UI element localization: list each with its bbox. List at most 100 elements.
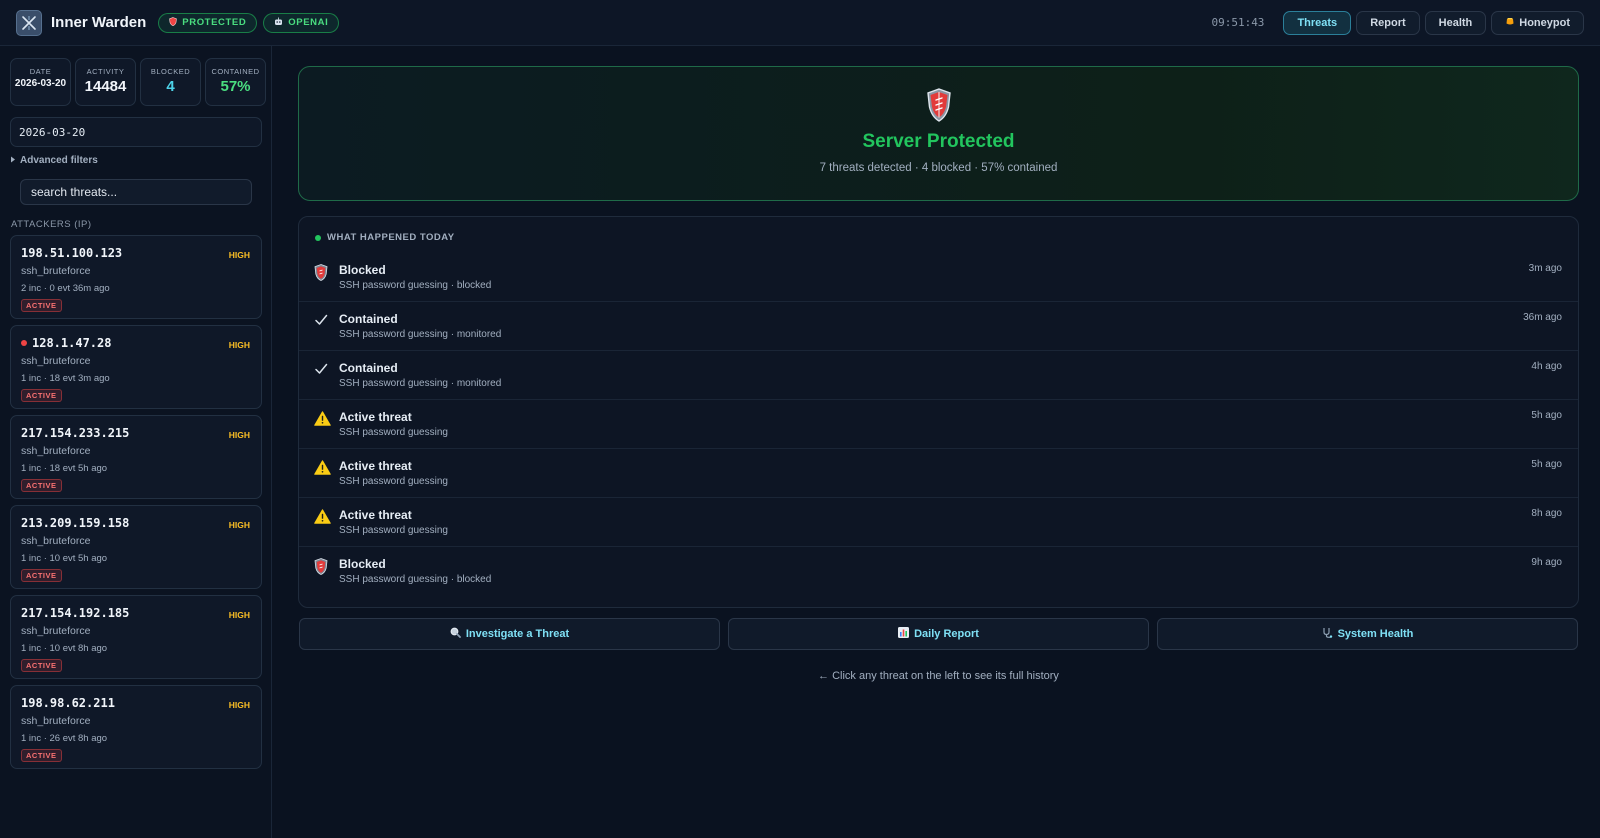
helper-hint: ← Click any threat on the left to see it… [818,670,1059,682]
live-dot-icon [21,340,27,346]
system-health-label: System Health [1337,628,1414,640]
event-detail: SSH password guessing [339,525,448,536]
status-badge: ACTIVE [21,659,62,672]
ai-provider-pill: OPENAI [263,12,340,33]
status-badge: ACTIVE [21,479,62,492]
event-detail: SSH password guessing · blocked [339,280,492,291]
daily-report-label: Daily Report [914,628,979,640]
event-row[interactable]: Blocked SSH password guessing · blocked … [299,547,1578,596]
attacker-meta: 1 inc · 10 evt 5h ago [21,553,108,564]
attacker-ip-row: 128.1.47.28 [21,336,251,350]
stat-blocked-value: 4 [166,78,175,95]
attacker-card[interactable]: 198.98.62.211 HIGH ssh_bruteforce 1 inc … [10,685,262,769]
attacker-ip: 217.154.233.215 [21,426,130,440]
search-input[interactable] [20,179,252,205]
event-list: Blocked SSH password guessing · blocked … [299,253,1578,596]
event-title: Blocked [339,263,386,277]
nav-report[interactable]: Report [1356,10,1420,35]
severity-label: HIGH [228,340,250,350]
severity-label: HIGH [228,610,250,620]
warning-icon [314,460,331,476]
shield-blocked-icon [314,264,330,281]
app-logo-icon [16,9,42,36]
status-badge: ACTIVE [21,389,62,402]
event-detail: SSH password guessing · monitored [339,329,502,340]
investigate-threat-button[interactable]: Investigate a Threat [299,618,720,650]
event-row[interactable]: Active threat SSH password guessing 5h a… [299,449,1578,498]
warning-icon [314,411,331,427]
quick-actions: Investigate a Threat Daily Report System… [299,618,1578,650]
live-dot-icon [315,234,321,241]
stat-blocked: BLOCKED 4 [140,58,201,106]
stat-activity-label: ACTIVITY [86,67,125,76]
event-time: 3m ago [1528,263,1562,274]
event-row[interactable]: Contained SSH password guessing · monito… [299,351,1578,400]
event-detail: SSH password guessing [339,476,448,487]
stat-activity-value: 14484 [84,78,127,95]
attacker-card[interactable]: 213.209.159.158 HIGH ssh_bruteforce 1 in… [10,505,262,589]
activity-heading: WHAT HAPPENED TODAY [315,232,455,243]
caret-right-icon [10,155,16,166]
attacker-card[interactable]: 128.1.47.28 HIGH ssh_bruteforce 1 inc · … [10,325,262,409]
attacker-meta: 1 inc · 18 evt 3m ago [21,373,110,384]
status-badge: ACTIVE [21,299,62,312]
shield-icon [169,16,178,29]
nav-honeypot[interactable]: Honeypot [1491,10,1584,35]
attacker-ip: 198.51.100.123 [21,246,123,260]
attacker-ip: 213.209.159.158 [21,516,130,530]
stats-row: DATE 2026-03-20 ACTIVITY 14484 BLOCKED 4… [10,58,266,106]
advanced-filters-toggle[interactable]: Advanced filters [10,155,98,166]
attacker-meta: 2 inc · 0 evt 36m ago [21,283,110,294]
top-bar: Inner Warden PROTECTED OPENAI 09:51:43 T… [0,0,1600,46]
status-badge: ACTIVE [21,569,62,582]
attacker-meta: 1 inc · 26 evt 8h ago [21,733,108,744]
event-row[interactable]: Contained SSH password guessing · monito… [299,302,1578,351]
event-title: Blocked [339,557,386,571]
attacker-card[interactable]: 198.51.100.123 HIGH ssh_bruteforce 2 inc… [10,235,262,319]
checkmark-icon [314,362,330,378]
nav-honeypot-label: Honeypot [1519,16,1570,29]
attacker-ip: 198.98.62.211 [21,696,115,710]
event-row[interactable]: Active threat SSH password guessing 5h a… [299,400,1578,449]
attack-type: ssh_bruteforce [21,715,91,727]
event-title: Contained [339,312,398,326]
activity-heading-label: WHAT HAPPENED TODAY [327,232,455,243]
nav-health[interactable]: Health [1424,10,1487,35]
attack-type: ssh_bruteforce [21,535,91,547]
event-row[interactable]: Active threat SSH password guessing 8h a… [299,498,1578,547]
checkmark-icon [314,313,330,329]
sidebar: DATE 2026-03-20 ACTIVITY 14484 BLOCKED 4… [0,46,272,838]
hero-subtitle: 7 threats detected · 4 blocked · 57% con… [819,162,1058,174]
stat-contained-label: CONTAINED [211,67,260,76]
activity-panel: WHAT HAPPENED TODAY Blocked SSH password… [298,216,1579,608]
stat-activity: ACTIVITY 14484 [75,58,136,106]
event-row[interactable]: Blocked SSH password guessing · blocked … [299,253,1578,302]
shield-icon [299,88,1578,125]
event-time: 9h ago [1531,557,1562,568]
stat-date-label: DATE [29,67,52,76]
stat-date: DATE 2026-03-20 [10,58,71,106]
attacker-card[interactable]: 217.154.192.185 HIGH ssh_bruteforce 1 in… [10,595,262,679]
stat-date-value: 2026-03-20 [14,78,67,89]
attacker-card[interactable]: 217.154.233.215 HIGH ssh_bruteforce 1 in… [10,415,262,499]
clock: 09:51:43 [1211,16,1265,29]
app-title: Inner Warden [51,14,147,31]
attackers-section-title: ATTACKERS (IP) [11,219,92,230]
nav-threats[interactable]: Threats [1283,10,1352,35]
event-detail: SSH password guessing · monitored [339,378,502,389]
attack-type: ssh_bruteforce [21,355,91,367]
hero-title: Server Protected [862,131,1015,152]
severity-label: HIGH [228,520,250,530]
daily-report-button[interactable]: Daily Report [728,618,1149,650]
event-time: 5h ago [1531,410,1562,421]
event-detail: SSH password guessing [339,427,448,438]
ai-pill-label: OPENAI [288,17,329,28]
attacker-meta: 1 inc · 10 evt 8h ago [21,643,108,654]
attacker-meta: 1 inc · 18 evt 5h ago [21,463,108,474]
severity-label: HIGH [228,250,250,260]
date-picker[interactable]: 2026-03-20 [10,117,262,147]
severity-label: HIGH [228,430,250,440]
system-health-button[interactable]: System Health [1157,618,1578,650]
event-title: Active threat [339,459,412,473]
investigate-threat-label: Investigate a Threat [465,628,570,640]
